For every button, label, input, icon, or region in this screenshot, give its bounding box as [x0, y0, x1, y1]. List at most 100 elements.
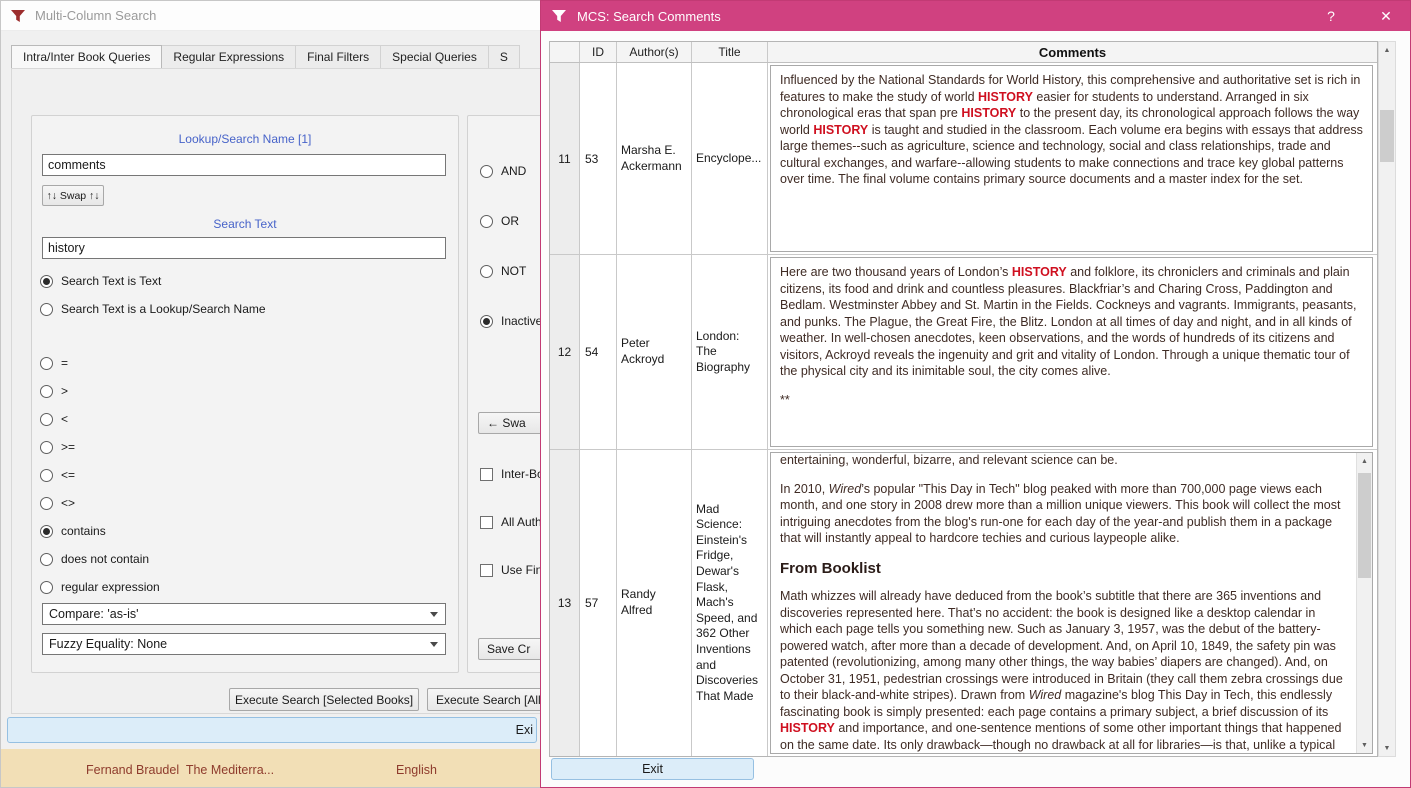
swap-columns-button[interactable]: ← Swa — [478, 412, 540, 434]
radio-inactive[interactable]: Inactive — [480, 296, 540, 346]
results-table: ID Author(s) Title Comments 11 53 Marsha E… — [549, 41, 1378, 757]
radio-label: NOT — [501, 264, 527, 278]
swap-button[interactable]: ↑↓ Swap ↑↓ — [42, 185, 104, 206]
search-hit-highlight: HISTORY — [780, 721, 835, 736]
radio-label: does not contain — [61, 552, 150, 566]
radio-icon — [40, 468, 53, 482]
title-cell: Mad Science: Einstein's Fridge, Dewar's … — [692, 450, 768, 756]
tab-label: Intra/Inter Book Queries — [23, 50, 151, 64]
search-hit-highlight: HISTORY — [1011, 265, 1067, 279]
filter-icon — [11, 9, 25, 22]
comparison-operator-radios: = > < >= <= <> contains does not contain regular… — [40, 349, 450, 601]
scroll-up-icon[interactable]: ▲ — [1357, 453, 1372, 469]
checkbox-all-autho[interactable]: All Autho — [480, 498, 540, 546]
tab-label: Final Filters — [307, 50, 370, 64]
authors-cell: Marsha E. Ackermann — [617, 63, 692, 254]
radio-option-1[interactable]: > — [40, 377, 450, 405]
tab-regular-expressions[interactable]: Regular Expressions — [162, 45, 297, 69]
authors-header[interactable]: Author(s) — [617, 42, 692, 62]
exit-button-left[interactable]: Exi — [7, 717, 537, 743]
radio-option-0[interactable]: = — [40, 349, 450, 377]
radio-option-2[interactable]: < — [40, 405, 450, 433]
comment-scrollbar[interactable]: ▲ ▼ — [1356, 453, 1372, 753]
radio-icon — [40, 580, 53, 594]
lookup-name-input[interactable] — [42, 154, 446, 176]
row-number-cell: 11 — [550, 63, 580, 254]
comment-box[interactable]: Influenced by the National Standards for… — [770, 65, 1373, 252]
results-body: 11 53 Marsha E. Ackermann Encyclope... Influ… — [550, 63, 1377, 756]
radio-icon — [40, 356, 53, 370]
comment-heading: From Booklist — [780, 559, 881, 577]
radio-icon — [480, 214, 493, 228]
table-row[interactable]: 11 53 Marsha E. Ackermann Encyclope... Influ… — [550, 63, 1377, 255]
search-hit-highlight: HISTORY — [978, 89, 1033, 104]
execute-search-all-button[interactable]: Execute Search [All — [427, 688, 540, 711]
tab-s[interactable]: S — [488, 45, 520, 69]
execute-search-selected-button[interactable]: Execute Search [Selected Books] — [229, 688, 419, 711]
comment-text: Influenced by the National Standards for… — [771, 66, 1372, 251]
compare-dropdown-value: Compare: 'as-is' — [49, 607, 139, 621]
comment-paragraph: Here are two thousand years of London’s … — [780, 265, 1357, 378]
help-button[interactable]: ? — [1314, 1, 1348, 31]
row-number-cell: 13 — [550, 450, 580, 756]
radio-option-4[interactable]: <= — [40, 461, 450, 489]
scroll-up-icon[interactable]: ▲ — [1379, 42, 1395, 58]
radio-and[interactable]: AND — [480, 146, 540, 196]
id-header[interactable]: ID — [580, 42, 617, 62]
title-header[interactable]: Title — [692, 42, 768, 62]
radio-label: AND — [501, 164, 527, 178]
logic-group: AND OR NOT Inactive ← Swa Inter-Boo All Auth… — [467, 115, 540, 673]
scroll-thumb[interactable] — [1358, 473, 1371, 578]
search-text-input[interactable] — [42, 237, 446, 259]
tab-final-filters[interactable]: Final Filters — [296, 45, 382, 69]
radio-icon — [40, 274, 53, 288]
fuzzy-equality-dropdown[interactable]: Fuzzy Equality: None — [42, 633, 446, 655]
radio-contains[interactable]: contains — [40, 517, 450, 545]
radio-does-not-contain[interactable]: does not contain — [40, 545, 450, 573]
multi-column-search-window: Multi-Column Search Intra/Inter Book Que… — [0, 0, 541, 788]
chevron-down-icon — [430, 641, 438, 647]
search-hit-highlight: HISTORY — [961, 106, 1017, 120]
table-row[interactable]: 13 57 Randy Alfred Mad Science: Einstein's … — [550, 450, 1377, 756]
results-header: ID Author(s) Title Comments — [550, 42, 1377, 63]
radio-label: Search Text is Text — [61, 274, 162, 288]
radio-not[interactable]: NOT — [480, 246, 540, 296]
exit-button[interactable]: Exit — [551, 758, 754, 780]
id-cell: 54 — [580, 255, 617, 449]
checkbox-inter-boo[interactable]: Inter-Boo — [480, 450, 540, 498]
id-cell: 57 — [580, 450, 617, 756]
radio-option-3[interactable]: >= — [40, 433, 450, 461]
comment-text: entertaining, wonderful, bizarre, and re… — [771, 453, 1356, 753]
scroll-down-icon[interactable]: ▼ — [1357, 737, 1372, 753]
scroll-thumb[interactable] — [1380, 110, 1394, 162]
tab-special-queries[interactable]: Special Queries — [381, 45, 489, 69]
radio-icon — [480, 164, 493, 178]
radio-regular-expression[interactable]: regular expression — [40, 573, 450, 601]
radio-label: >= — [61, 440, 76, 454]
lookup-search-name-label: Lookup/Search Name [1] — [178, 132, 312, 146]
radio-search-text-is-text[interactable]: Search Text is Text — [40, 267, 450, 295]
radio-label: = — [61, 356, 69, 370]
close-button[interactable]: ✕ — [1368, 1, 1404, 31]
scroll-down-icon[interactable]: ▼ — [1379, 740, 1395, 756]
comments-cell: entertaining, wonderful, bizarre, and re… — [768, 450, 1377, 756]
radio-icon — [40, 440, 53, 454]
current-book-label: Fernand Braudel The Mediterra... — [86, 763, 275, 777]
radio-option-5[interactable]: <> — [40, 489, 450, 517]
checkbox-icon — [480, 467, 493, 481]
radio-or[interactable]: OR — [480, 196, 540, 246]
checkbox-use-final[interactable]: Use Final — [480, 546, 540, 594]
tab-intra-inter-book-queries[interactable]: Intra/Inter Book Queries — [11, 45, 163, 69]
main-scrollbar[interactable]: ▲ ▼ — [1378, 41, 1396, 757]
comment-text: Here are two thousand years of London’s … — [771, 258, 1372, 446]
table-row[interactable]: 12 54 Peter Ackroyd London: The Biography He… — [550, 255, 1377, 450]
query-definition-group: Lookup/Search Name [1] ↑↓ Swap ↑↓ Search… — [31, 115, 459, 673]
comment-box[interactable]: Here are two thousand years of London’s … — [770, 257, 1373, 447]
screen: Multi-Column Search Intra/Inter Book Que… — [0, 0, 1411, 788]
comment-box[interactable]: entertaining, wonderful, bizarre, and re… — [770, 452, 1373, 754]
radio-search-text-is-a-lookup-search-name[interactable]: Search Text is a Lookup/Search Name — [40, 295, 450, 323]
save-criteria-button[interactable]: Save Cr — [478, 638, 540, 660]
comment-paragraph: ** — [780, 392, 790, 407]
compare-dropdown[interactable]: Compare: 'as-is' — [42, 603, 446, 625]
comments-header[interactable]: Comments — [768, 42, 1377, 62]
